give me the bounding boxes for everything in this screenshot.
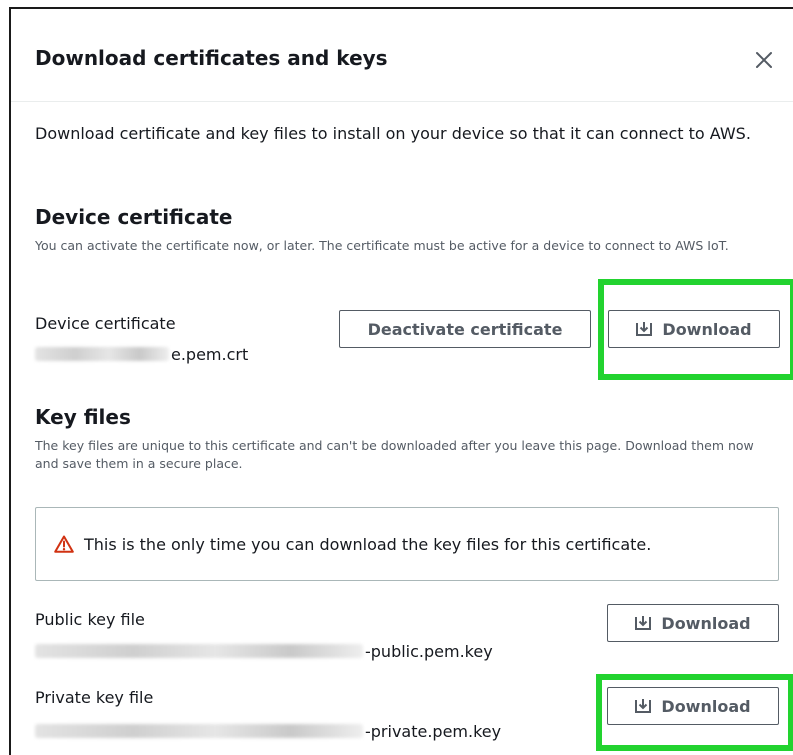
device-certificate-file-suffix: e.pem.crt [171, 344, 249, 364]
download-certificates-modal: Download certificates and keys Download … [9, 7, 793, 755]
public-key-filename: -public.pem.key [35, 639, 493, 663]
modal-intro-text: Download certificate and key files to in… [35, 124, 751, 143]
close-button[interactable] [749, 45, 779, 75]
device-certificate-description: You can activate the certificate now, or… [35, 238, 729, 253]
key-files-heading: Key files [35, 405, 131, 429]
warning-alert: This is the only time you can download t… [35, 507, 779, 581]
private-key-filename: -private.pem.key [35, 719, 501, 743]
private-key-label: Private key file [35, 688, 154, 707]
redacted-filename [35, 724, 363, 738]
warning-text: This is the only time you can download t… [84, 534, 652, 554]
download-label: Download [662, 319, 752, 339]
download-private-key-button[interactable]: Download [607, 687, 779, 725]
warning-icon [54, 535, 74, 553]
public-key-file-suffix: -public.pem.key [365, 641, 493, 661]
redacted-filename [35, 644, 363, 658]
device-certificate-filename: e.pem.crt [35, 342, 248, 366]
key-files-description: The key files are unique to this certifi… [35, 438, 754, 471]
download-public-key-button[interactable]: Download [607, 604, 779, 642]
download-label: Download [661, 696, 751, 716]
private-key-file-suffix: -private.pem.key [365, 721, 502, 741]
download-icon [635, 699, 652, 713]
redacted-filename [35, 347, 169, 361]
download-label: Download [661, 613, 751, 633]
public-key-label: Public key file [35, 610, 145, 629]
device-certificate-heading: Device certificate [35, 205, 233, 229]
download-icon [635, 616, 652, 630]
deactivate-certificate-label: Deactivate certificate [367, 319, 563, 339]
deactivate-certificate-button[interactable]: Deactivate certificate [339, 310, 591, 348]
device-certificate-label: Device certificate [35, 314, 176, 333]
modal-header: Download certificates and keys [11, 9, 793, 102]
download-icon [636, 322, 653, 336]
download-device-certificate-button[interactable]: Download [608, 310, 780, 348]
close-icon [756, 52, 772, 68]
modal-title: Download certificates and keys [35, 46, 388, 70]
